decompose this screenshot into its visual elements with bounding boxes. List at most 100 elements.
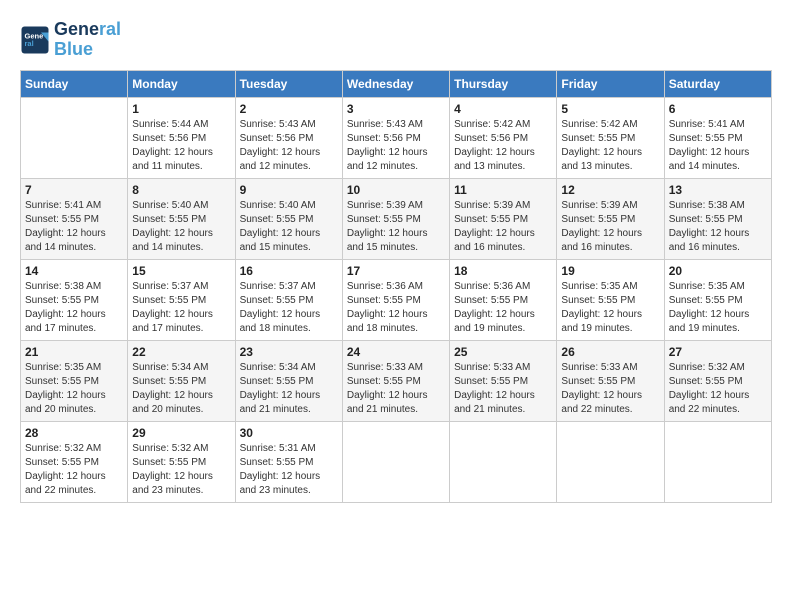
day-number: 16 [240, 264, 338, 278]
calendar-week-4: 21 Sunrise: 5:35 AMSunset: 5:55 PMDayligh… [21, 340, 772, 421]
day-number: 10 [347, 183, 445, 197]
day-info: Sunrise: 5:35 AMSunset: 5:55 PMDaylight:… [669, 280, 767, 336]
weekday-sunday: Sunday [21, 70, 128, 97]
day-info: Sunrise: 5:35 AMSunset: 5:55 PMDaylight:… [561, 280, 659, 336]
day-number: 24 [347, 345, 445, 359]
day-number: 17 [347, 264, 445, 278]
calendar-cell: 3 Sunrise: 5:43 AMSunset: 5:56 PMDaylight… [342, 97, 449, 178]
calendar-cell: 29Sunrise: 5:32 AMSunset: 5:55 PMDayligh… [128, 421, 235, 502]
day-info: Sunrise: 5:32 AMSunset: 5:55 PMDaylight:… [25, 442, 123, 498]
day-info: Sunrise: 5:38 AMSunset: 5:55 PMDaylight:… [25, 280, 123, 336]
calendar-cell: 18 Sunrise: 5:36 AMSunset: 5:55 PMDayligh… [450, 259, 557, 340]
calendar-week-2: 7Sunrise: 5:41 AMSunset: 5:55 PMDaylight… [21, 178, 772, 259]
day-number: 19 [561, 264, 659, 278]
day-number: 2 [240, 102, 338, 116]
day-info: Sunrise: 5:36 AMSunset: 5:55 PMDaylight:… [454, 280, 552, 336]
day-info: Sunrise: 5:39 AMSunset: 5:55 PMDaylight:… [347, 199, 445, 255]
day-number: 5 [561, 102, 659, 116]
day-info: Sunrise: 5:35 AMSunset: 5:55 PMDaylight:… [25, 361, 123, 417]
day-number: 13 [669, 183, 767, 197]
calendar-cell: 16 Sunrise: 5:37 AMSunset: 5:55 PMDayligh… [235, 259, 342, 340]
day-number: 23 [240, 345, 338, 359]
day-number: 15 [132, 264, 230, 278]
day-number: 6 [669, 102, 767, 116]
day-number: 9 [240, 183, 338, 197]
day-number: 12 [561, 183, 659, 197]
calendar-cell: 4 Sunrise: 5:42 AMSunset: 5:56 PMDaylight… [450, 97, 557, 178]
calendar-cell: 27 Sunrise: 5:32 AMSunset: 5:55 PMDayligh… [664, 340, 771, 421]
calendar-cell: 1 Sunrise: 5:44 AMSunset: 5:56 PMDaylight… [128, 97, 235, 178]
calendar-cell: 28Sunrise: 5:32 AMSunset: 5:55 PMDayligh… [21, 421, 128, 502]
calendar-cell: 6 Sunrise: 5:41 AMSunset: 5:55 PMDaylight… [664, 97, 771, 178]
calendar-cell: 12 Sunrise: 5:39 AMSunset: 5:55 PMDayligh… [557, 178, 664, 259]
day-info: Sunrise: 5:33 AMSunset: 5:55 PMDaylight:… [454, 361, 552, 417]
day-info: Sunrise: 5:34 AMSunset: 5:55 PMDaylight:… [240, 361, 338, 417]
day-info: Sunrise: 5:36 AMSunset: 5:55 PMDaylight:… [347, 280, 445, 336]
day-number: 21 [25, 345, 123, 359]
calendar-cell: 5 Sunrise: 5:42 AMSunset: 5:55 PMDaylight… [557, 97, 664, 178]
day-info: Sunrise: 5:43 AMSunset: 5:56 PMDaylight:… [240, 118, 338, 174]
weekday-friday: Friday [557, 70, 664, 97]
logo: Gene ral GeneralBlue [20, 20, 121, 60]
day-info: Sunrise: 5:32 AMSunset: 5:55 PMDaylight:… [132, 442, 230, 498]
calendar-cell [342, 421, 449, 502]
calendar-cell: 17 Sunrise: 5:36 AMSunset: 5:55 PMDayligh… [342, 259, 449, 340]
calendar-cell [21, 97, 128, 178]
logo-icon: Gene ral [20, 25, 50, 55]
day-info: Sunrise: 5:40 AMSunset: 5:55 PMDaylight:… [240, 199, 338, 255]
calendar-cell: 19 Sunrise: 5:35 AMSunset: 5:55 PMDayligh… [557, 259, 664, 340]
calendar-cell: 2 Sunrise: 5:43 AMSunset: 5:56 PMDaylight… [235, 97, 342, 178]
calendar-week-1: 1 Sunrise: 5:44 AMSunset: 5:56 PMDaylight… [21, 97, 772, 178]
calendar-cell: 13 Sunrise: 5:38 AMSunset: 5:55 PMDayligh… [664, 178, 771, 259]
day-number: 3 [347, 102, 445, 116]
day-info: Sunrise: 5:39 AMSunset: 5:55 PMDaylight:… [454, 199, 552, 255]
calendar-cell: 24 Sunrise: 5:33 AMSunset: 5:55 PMDayligh… [342, 340, 449, 421]
day-info: Sunrise: 5:37 AMSunset: 5:55 PMDaylight:… [240, 280, 338, 336]
day-info: Sunrise: 5:41 AMSunset: 5:55 PMDaylight:… [669, 118, 767, 174]
calendar-cell: 22 Sunrise: 5:34 AMSunset: 5:55 PMDayligh… [128, 340, 235, 421]
calendar-cell: 20Sunrise: 5:35 AMSunset: 5:55 PMDayligh… [664, 259, 771, 340]
day-info: Sunrise: 5:33 AMSunset: 5:55 PMDaylight:… [347, 361, 445, 417]
calendar-cell: 26Sunrise: 5:33 AMSunset: 5:55 PMDayligh… [557, 340, 664, 421]
day-number: 30 [240, 426, 338, 440]
calendar-cell: 10 Sunrise: 5:39 AMSunset: 5:55 PMDayligh… [342, 178, 449, 259]
calendar-cell: 21 Sunrise: 5:35 AMSunset: 5:55 PMDayligh… [21, 340, 128, 421]
logo-text: GeneralBlue [54, 20, 121, 60]
day-info: Sunrise: 5:42 AMSunset: 5:55 PMDaylight:… [561, 118, 659, 174]
calendar-cell [450, 421, 557, 502]
day-info: Sunrise: 5:32 AMSunset: 5:55 PMDaylight:… [669, 361, 767, 417]
calendar-cell: 30 Sunrise: 5:31 AMSunset: 5:55 PMDayligh… [235, 421, 342, 502]
day-number: 7 [25, 183, 123, 197]
day-info: Sunrise: 5:31 AMSunset: 5:55 PMDaylight:… [240, 442, 338, 498]
day-info: Sunrise: 5:38 AMSunset: 5:55 PMDaylight:… [669, 199, 767, 255]
calendar-week-5: 28Sunrise: 5:32 AMSunset: 5:55 PMDayligh… [21, 421, 772, 502]
calendar-cell: 9 Sunrise: 5:40 AMSunset: 5:55 PMDaylight… [235, 178, 342, 259]
day-number: 25 [454, 345, 552, 359]
day-number: 1 [132, 102, 230, 116]
calendar: SundayMondayTuesdayWednesdayThursdayFrid… [20, 70, 772, 503]
day-info: Sunrise: 5:39 AMSunset: 5:55 PMDaylight:… [561, 199, 659, 255]
calendar-cell: 14Sunrise: 5:38 AMSunset: 5:55 PMDayligh… [21, 259, 128, 340]
calendar-cell [557, 421, 664, 502]
day-number: 27 [669, 345, 767, 359]
calendar-cell: 23 Sunrise: 5:34 AMSunset: 5:55 PMDayligh… [235, 340, 342, 421]
day-info: Sunrise: 5:34 AMSunset: 5:55 PMDaylight:… [132, 361, 230, 417]
day-info: Sunrise: 5:42 AMSunset: 5:56 PMDaylight:… [454, 118, 552, 174]
weekday-wednesday: Wednesday [342, 70, 449, 97]
day-number: 11 [454, 183, 552, 197]
calendar-cell: 15Sunrise: 5:37 AMSunset: 5:55 PMDayligh… [128, 259, 235, 340]
weekday-thursday: Thursday [450, 70, 557, 97]
calendar-week-3: 14Sunrise: 5:38 AMSunset: 5:55 PMDayligh… [21, 259, 772, 340]
day-info: Sunrise: 5:43 AMSunset: 5:56 PMDaylight:… [347, 118, 445, 174]
day-number: 26 [561, 345, 659, 359]
day-number: 4 [454, 102, 552, 116]
weekday-header: SundayMondayTuesdayWednesdayThursdayFrid… [21, 70, 772, 97]
day-info: Sunrise: 5:40 AMSunset: 5:55 PMDaylight:… [132, 199, 230, 255]
svg-text:ral: ral [25, 39, 34, 48]
day-info: Sunrise: 5:44 AMSunset: 5:56 PMDaylight:… [132, 118, 230, 174]
calendar-cell: 7Sunrise: 5:41 AMSunset: 5:55 PMDaylight… [21, 178, 128, 259]
day-number: 18 [454, 264, 552, 278]
weekday-monday: Monday [128, 70, 235, 97]
day-number: 22 [132, 345, 230, 359]
weekday-tuesday: Tuesday [235, 70, 342, 97]
